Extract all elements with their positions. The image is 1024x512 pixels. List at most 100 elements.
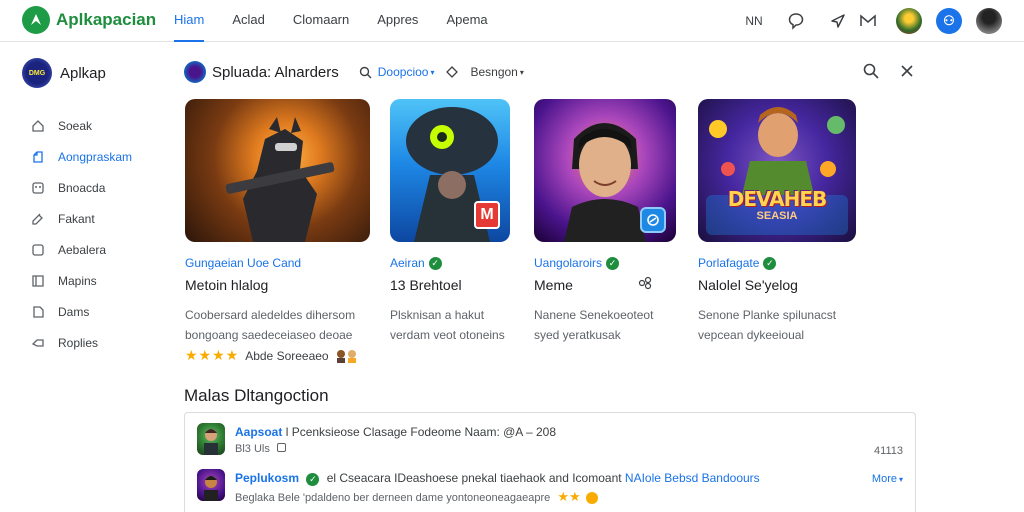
more-button[interactable]: More ▾: [872, 473, 903, 485]
sidebar-item-label: Soeak: [58, 118, 93, 133]
sidebar-item-label: Bnoacda: [58, 180, 106, 195]
row-subtitle-line: Beglaka Bele 'pdaldeno ber derneen dame …: [235, 489, 598, 505]
app-developer[interactable]: Gungaeian Uoe Cand: [185, 256, 371, 270]
verified-check-icon: ✓: [606, 256, 620, 270]
app-description: Plsknisan a hakut verdam veot otoneins: [390, 308, 505, 342]
filter-dropdown-primary[interactable]: Doopcioo ▾: [359, 65, 434, 79]
games-icon: [30, 180, 46, 196]
sidebar-item-label: Mapins: [58, 273, 97, 288]
app-card[interactable]: M Aeiran ✓ 13 Brehtoel Plsknisan a hakut …: [390, 99, 510, 345]
chevron-down-icon: ▾: [519, 67, 524, 77]
nav-tab-2[interactable]: Aclad: [232, 0, 265, 42]
nav-tab-3[interactable]: Clomaarn: [293, 0, 349, 42]
sidebar-brand[interactable]: DMG Aplkap: [22, 58, 106, 88]
search-icon: [359, 66, 372, 78]
user-avatar[interactable]: [976, 8, 1002, 34]
filter-primary-label: Doopcioo: [377, 65, 429, 79]
filter-dropdown-secondary[interactable]: Besngon ▾: [446, 65, 524, 79]
sidebar-item-4[interactable]: Fakant: [30, 203, 132, 234]
row-name[interactable]: Peplukosm: [235, 471, 299, 485]
home-icon: [30, 118, 46, 134]
nav-tab-home[interactable]: Hiam: [174, 0, 205, 42]
sidebar-item-7[interactable]: Dams: [30, 296, 132, 327]
top-nav: Hiam Aclad Clomaarn Appres Apema: [174, 0, 516, 42]
app-title[interactable]: Nalolel Se'yelog: [698, 276, 858, 293]
nav-tab-4[interactable]: Appres: [377, 0, 418, 42]
sidebar-item-label: Aongpraskam: [58, 149, 133, 164]
app-thumbnail[interactable]: [534, 99, 676, 242]
app-developer[interactable]: Uangolaroirs ✓: [534, 256, 676, 270]
brand[interactable]: Aplkapacian: [22, 6, 156, 34]
row-thumbnail: [197, 469, 225, 501]
close-icon: [901, 65, 913, 77]
sidebar-item-6[interactable]: Mapins: [30, 265, 132, 296]
avatar-game[interactable]: [896, 8, 922, 34]
reply-icon: [30, 335, 46, 351]
app-title[interactable]: 13 Brehtoel: [390, 276, 510, 293]
app-description: Senone Planke spilunacst vepcean dykeeio…: [698, 308, 837, 342]
m-badge: M: [474, 201, 500, 229]
sidebar: DMG Aplkap Soeak Aongpraskam Bnoacda Fak…: [0, 42, 160, 512]
chevron-down-icon: ▾: [898, 475, 903, 484]
search-title: Spluada: Alnarders: [212, 63, 339, 81]
nav-tab-5[interactable]: Apema: [446, 0, 487, 42]
list-item[interactable]: Peplukosm ✓ el Cseacara IDeashoese pneka…: [197, 469, 903, 505]
search-button[interactable]: [858, 58, 884, 84]
app-developer[interactable]: Aeiran ✓: [390, 256, 510, 270]
sidebar-list: Soeak Aongpraskam Bnoacda Fakant Aebaler…: [30, 110, 132, 358]
verified-check-icon: ✓: [306, 473, 320, 486]
search-icon: [863, 63, 879, 79]
row-title-line: Aapsoat l Pcenksieose Clasage Fodeome Na…: [235, 425, 557, 439]
star-rating-icon: ★★: [557, 489, 581, 504]
section-title: Malas Dltangoction: [184, 386, 329, 405]
close-button[interactable]: [894, 58, 920, 84]
app-title[interactable]: Meme: [534, 277, 573, 293]
sidebar-logo-icon: DMG: [22, 58, 52, 88]
app-thumbnail[interactable]: M: [390, 99, 510, 242]
highlight-link[interactable]: NAIole Bebsd Bandoours: [625, 471, 760, 485]
list-item[interactable]: Aapsoat l Pcenksieose Clasage Fodeome Na…: [197, 423, 903, 459]
app-title-row: Meme: [534, 276, 676, 293]
sidebar-title: Aplkap: [60, 64, 106, 82]
apps-icon: [30, 149, 46, 165]
row-subtitle-line: Bl3 Uls: [235, 443, 286, 455]
gmail-icon[interactable]: [854, 7, 882, 35]
accessibility-avatar-icon[interactable]: ⚇: [936, 8, 962, 34]
share-icon[interactable]: [638, 276, 652, 293]
app-thumbnail[interactable]: DEVAHEB SEASIA: [698, 99, 856, 242]
filter-secondary-label: Besngon: [470, 65, 518, 79]
edit-icon: [30, 211, 46, 227]
search-header: Spluada: Alnarders Doopcioo ▾ Besngon ▾: [184, 58, 920, 86]
sidebar-item-3[interactable]: Bnoacda: [30, 172, 132, 203]
app-rating: ★★★★ Abde Soreeaeo: [185, 347, 371, 364]
sidebar-item-2[interactable]: Aongpraskam: [30, 141, 132, 172]
app-title[interactable]: Metoin hlalog: [185, 276, 371, 293]
sidebar-item-5[interactable]: Aebalera: [30, 234, 132, 265]
book-icon: [30, 273, 46, 289]
chat-bubble-icon[interactable]: [782, 7, 810, 35]
app-card[interactable]: Gungaeian Uoe Cand Metoin hlalog Coobers…: [185, 99, 371, 364]
search-actions: [848, 58, 920, 84]
app-developer[interactable]: Porlafagate ✓: [698, 256, 858, 270]
send-icon[interactable]: [824, 7, 852, 35]
app-card[interactable]: Uangolaroirs ✓ Meme Nanene Senekoeoteot s…: [534, 99, 676, 345]
sidebar-item-label: Aebalera: [58, 242, 107, 257]
app-card[interactable]: DEVAHEB SEASIA Porlafagate ✓ Nalolel Se'y…: [698, 99, 858, 345]
file-icon: [30, 304, 46, 320]
app-badge-icon: [640, 207, 666, 233]
row-title-line: Peplukosm ✓ el Cseacara IDeashoese pneka…: [235, 471, 760, 486]
row-count: 41113: [874, 445, 903, 457]
art-subtitle: SEASIA: [756, 210, 798, 222]
nn-text-icon[interactable]: NN: [740, 7, 768, 35]
sidebar-item-8[interactable]: Roplies: [30, 327, 132, 358]
sidebar-item-1[interactable]: Soeak: [30, 110, 132, 141]
app-description: Nanene Senekoeoteot syed yeratkusak: [534, 308, 654, 342]
app-description: Coobersard aledeldes dihersom bongoang s…: [185, 308, 356, 342]
app-thumbnail[interactable]: [185, 99, 370, 242]
characters-icon: [335, 349, 359, 363]
verified-check-icon: ✓: [763, 256, 777, 270]
row-name[interactable]: Aapsoat: [235, 425, 282, 439]
top-bar: Aplkapacian Hiam Aclad Clomaarn Appres A…: [0, 0, 1024, 42]
search-logo-icon: [184, 61, 206, 83]
brand-name: Aplkapacian: [56, 10, 157, 29]
